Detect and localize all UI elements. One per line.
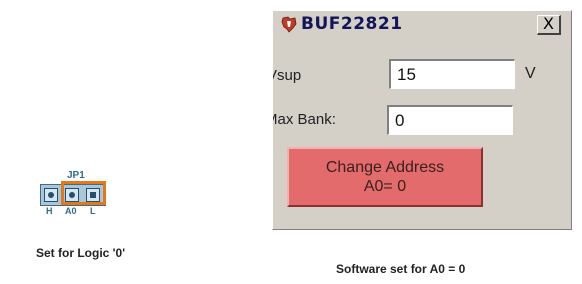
pin-label-h: H <box>46 206 53 216</box>
dialog-title: BUF22821 <box>301 14 403 34</box>
vsup-label: Vsup <box>273 67 302 84</box>
max-bank-label: Max Bank: <box>272 111 336 128</box>
jumper-label: JP1 <box>67 170 85 181</box>
pin-label-a0: A0 <box>65 206 77 216</box>
ti-logo-icon <box>281 16 297 33</box>
software-caption: Software set for A0 = 0 <box>336 262 466 276</box>
address-value-label: A0= 0 <box>363 178 407 195</box>
buf22821-dialog: BUF22821 X Vsup 15 V Max Bank: 0 Change … <box>272 10 572 230</box>
jumper-caption: Set for Logic '0' <box>36 246 126 260</box>
change-address-button[interactable]: Change Address A0= 0 <box>287 147 483 207</box>
close-button[interactable]: X <box>537 15 561 35</box>
close-icon: X <box>543 14 554 33</box>
change-address-label: Change Address <box>325 159 445 176</box>
jumper-jp1-diagram: JP1 H A0 L <box>40 170 120 230</box>
pin-label-l: L <box>90 206 96 216</box>
jumper-shunt-highlight <box>61 181 106 205</box>
max-bank-field[interactable]: 0 <box>387 105 513 135</box>
title-bar[interactable]: BUF22821 X <box>273 11 571 39</box>
vsup-unit: V <box>525 65 536 82</box>
jumper-pin-h <box>44 188 58 202</box>
vsup-field[interactable]: 15 <box>389 59 515 89</box>
